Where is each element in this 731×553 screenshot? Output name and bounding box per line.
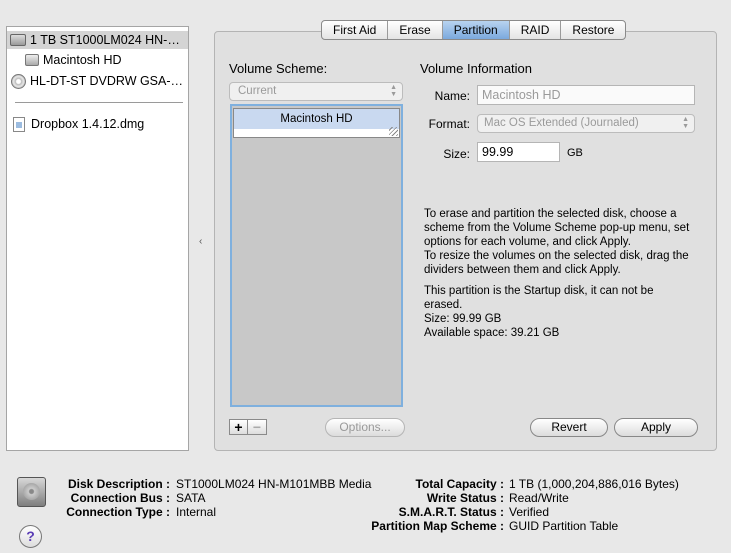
optical-disc-icon <box>11 73 26 89</box>
instructions-line: To erase and partition the selected disk… <box>424 208 677 220</box>
size-field[interactable]: 99.99 <box>477 142 560 162</box>
format-popup-value: Mac OS Extended (Journaled) <box>484 117 639 129</box>
tab-bar: First Aid Erase Partition RAID Restore <box>321 20 627 40</box>
instructions-line: dividers between them and click Apply. <box>424 264 621 276</box>
partition-map-scheme-value: GUID Partition Table <box>509 519 619 533</box>
volume-icon <box>25 54 39 66</box>
popup-arrows-icon: ▲ ▼ <box>682 116 689 130</box>
disk-description-key: Disk Description : <box>67 477 170 491</box>
partition-layout-view[interactable]: Macintosh HD <box>230 104 403 407</box>
tab-first-aid[interactable]: First Aid <box>322 21 389 39</box>
sidebar-divider <box>15 102 183 103</box>
apply-button[interactable]: Apply <box>614 418 698 437</box>
volume-scheme-heading: Volume Scheme: <box>229 61 328 76</box>
write-status-value: Read/Write <box>509 491 569 505</box>
popup-arrows-icon: ▲ ▼ <box>390 84 397 98</box>
sidebar-item-optical-drive[interactable]: HL-DT-ST DVDRW GSA-… <box>11 72 188 90</box>
connection-type-key: Connection Type : <box>66 505 170 519</box>
status-line: erased. <box>424 299 463 311</box>
partition-map-scheme-key: Partition Map Scheme : <box>371 519 504 533</box>
write-status-key: Write Status : <box>426 491 504 505</box>
disk-list-sidebar: 1 TB ST1000LM024 HN-… Macintosh HD HL-DT… <box>6 26 189 451</box>
instructions-line: To resize the volumes on the selected di… <box>424 250 689 262</box>
connection-type-value: Internal <box>176 505 217 519</box>
status-line: This partition is the Startup disk, it c… <box>424 285 654 297</box>
tab-partition[interactable]: Partition <box>442 21 510 39</box>
sidebar-item-label: HL-DT-ST DVDRW GSA-… <box>30 74 184 88</box>
volume-scheme-popup[interactable]: Current ▲ ▼ <box>229 82 403 101</box>
total-capacity-value: 1 TB (1,000,204,886,016 Bytes) <box>509 477 679 491</box>
add-remove-buttons: + − <box>229 419 267 435</box>
size-unit: GB <box>567 147 583 159</box>
tab-raid[interactable]: RAID <box>510 21 562 39</box>
resize-grip-icon[interactable] <box>389 127 398 136</box>
sidebar-item-disk-image[interactable]: Dropbox 1.4.12.dmg <box>13 115 144 133</box>
disk-image-icon <box>13 116 25 132</box>
options-button[interactable]: Options... <box>325 418 405 437</box>
name-field[interactable]: Macintosh HD <box>477 85 695 105</box>
tab-erase[interactable]: Erase <box>388 21 443 39</box>
add-partition-button[interactable]: + <box>229 419 248 435</box>
connection-bus-value: SATA <box>176 491 206 505</box>
smart-status-key: S.M.A.R.T. Status : <box>398 505 504 519</box>
instructions-text: To erase and partition the selected disk… <box>424 207 689 277</box>
sidebar-item-label: 1 TB ST1000LM024 HN-… <box>30 33 180 47</box>
volume-information-heading: Volume Information <box>420 61 533 76</box>
name-label: Name: <box>434 89 470 103</box>
instructions-line: scheme from the Volume Scheme pop-up men… <box>424 222 690 234</box>
sidebar-item-label: Macintosh HD <box>43 53 122 67</box>
hard-disk-icon <box>10 34 26 46</box>
partition-status-text: This partition is the Startup disk, it c… <box>424 284 653 340</box>
tab-restore[interactable]: Restore <box>561 21 625 39</box>
split-view-handle[interactable]: ‹ <box>199 236 202 247</box>
help-button[interactable]: ? <box>19 525 42 548</box>
format-label: Format: <box>428 117 470 131</box>
total-capacity-key: Total Capacity : <box>415 477 504 491</box>
instructions-line: options for each volume, and click Apply… <box>424 236 631 248</box>
volume-scheme-popup-value: Current <box>238 85 277 97</box>
status-line: Available space: 39.21 GB <box>424 327 560 339</box>
sidebar-item-label: Dropbox 1.4.12.dmg <box>31 117 145 131</box>
sidebar-item-disk[interactable]: 1 TB ST1000LM024 HN-… <box>7 31 188 49</box>
revert-button[interactable]: Revert <box>530 418 608 437</box>
status-line: Size: 99.99 GB <box>424 313 502 325</box>
size-label: Size: <box>443 147 470 161</box>
disk-description-value: ST1000LM024 HN-M101MBB Media <box>176 477 372 491</box>
partition-label: Macintosh HD <box>234 109 399 129</box>
smart-status-value: Verified <box>509 505 550 519</box>
format-popup[interactable]: Mac OS Extended (Journaled) ▲ ▼ <box>477 114 695 133</box>
partition-segment[interactable]: Macintosh HD <box>233 108 400 138</box>
connection-bus-key: Connection Bus : <box>70 491 170 505</box>
remove-partition-button[interactable]: − <box>248 419 267 435</box>
sidebar-item-volume[interactable]: Macintosh HD <box>25 51 122 69</box>
